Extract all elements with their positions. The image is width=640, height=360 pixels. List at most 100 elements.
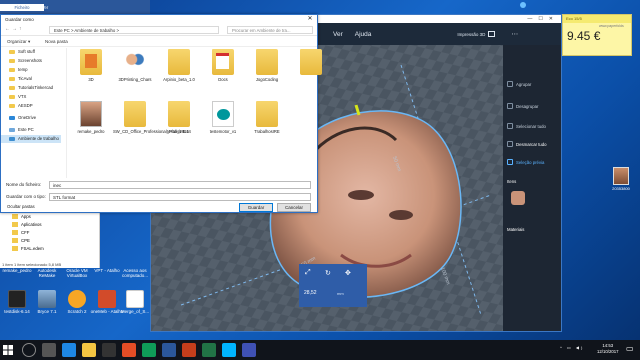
folder-icon <box>12 230 18 235</box>
menu-ver[interactable]: Ver <box>327 31 349 38</box>
explorer-item[interactable]: FSAL.edem <box>12 246 44 251</box>
task-view-icon[interactable] <box>42 343 56 357</box>
file-item[interactable]: Arpinio_beta_1.0 <box>157 49 201 82</box>
notifications-icon[interactable]: ▭ <box>626 344 634 353</box>
menu-ajuda[interactable]: Ajuda <box>349 31 378 38</box>
file-item[interactable]: SW_CD_Office_Professional_Plus_2016 <box>113 101 189 134</box>
nav-item[interactable]: Screenshots <box>9 57 42 65</box>
desktop-icon-virtualbox[interactable]: Oracle VM VirtualBox <box>60 268 94 278</box>
desktop-icon-bryce[interactable]: Bryce 7.1 <box>30 290 64 314</box>
nav-item[interactable]: AESDP <box>9 102 33 110</box>
move-icon[interactable]: ✥ <box>345 269 351 277</box>
nav-item-this-pc[interactable]: Este PC <box>9 126 34 134</box>
powerpoint-icon[interactable] <box>182 343 196 357</box>
folder-icon <box>168 101 190 127</box>
file-item[interactable]: JogoCoding <box>245 49 289 82</box>
explorer-item[interactable]: Apps <box>12 214 31 219</box>
windows-start-icon[interactable] <box>3 345 13 355</box>
hide-folders-toggle[interactable]: Ocultar pastas <box>7 204 35 209</box>
desktop-icon-scratch[interactable]: Scratch 2 <box>60 290 94 314</box>
organize-button[interactable]: Organizar ▾ <box>7 37 30 47</box>
search-icon[interactable] <box>22 343 36 357</box>
excel-icon[interactable] <box>202 343 216 357</box>
preselect-label: Seleção prévia <box>516 159 545 165</box>
window-controls[interactable]: —☐✕ <box>527 15 559 23</box>
materials-label[interactable]: Materiais <box>507 227 524 232</box>
cancel-button[interactable]: Cancelar <box>277 203 311 212</box>
nav-item-desktop[interactable]: Ambiente de trabalho <box>1 135 61 143</box>
file-item[interactable]: 3DPrinting_Chars <box>113 49 157 82</box>
more-icon[interactable]: ⋯ <box>511 30 518 38</box>
nav-item[interactable]: VTX <box>9 93 26 101</box>
app-icon <box>98 290 116 308</box>
dialog-footer: Ocultar pastas Guardar Cancelar <box>1 203 317 213</box>
folder-icon <box>9 85 15 91</box>
explorer-status: 1 item 1 item selecionado 5,8 MB <box>2 262 62 267</box>
desktop-icon-testdisk[interactable]: testdisk-6.14 <box>0 290 34 314</box>
3d-builder-taskbar-icon[interactable] <box>222 343 236 357</box>
item-thumbnail[interactable] <box>511 191 525 205</box>
path-field[interactable]: Este PC > Ambiente de trabalho > <box>49 26 219 34</box>
explorer-item[interactable]: CFF <box>12 230 29 235</box>
pdf-overlay-icon <box>216 53 229 69</box>
desktop-icon-autodesk[interactable]: Autodesk ReMake <box>30 268 64 278</box>
filename-row: Nome do ficheiro: inec <box>1 181 317 189</box>
photo-label: 20353800 <box>612 186 630 191</box>
new-folder-button[interactable]: Nova pasta <box>45 37 68 47</box>
select-all-label: Selecionar tudo <box>516 123 546 129</box>
desktop-icon-acesso[interactable]: Acesso aos computado... <box>118 268 152 278</box>
nav-item[interactable]: Soft stuff <box>9 48 35 56</box>
desktop-icon-remake[interactable]: remake_pedro <box>0 268 34 273</box>
nav-item[interactable]: TicAval <box>9 75 32 83</box>
scratch-icon <box>68 290 86 308</box>
nav-arrows-icon[interactable]: ←→↑ <box>5 26 24 32</box>
nav-item-label: AESDP <box>18 103 33 108</box>
file-item[interactable]: testemotor_v1 <box>201 101 245 134</box>
tab-ficheiro[interactable]: Ficheiro <box>0 4 44 12</box>
filetype-select[interactable]: STL format <box>49 193 311 201</box>
nav-item-label: temp <box>18 67 28 72</box>
print-3d-button[interactable]: Impressão 3D <box>457 31 496 37</box>
search-input[interactable]: Procurar em Ambiente de tra... <box>227 26 313 34</box>
clock[interactable]: 14:53 12/10/2017 <box>597 343 619 355</box>
file-explorer-icon[interactable] <box>82 343 96 357</box>
dialog-toolbar: Organizar ▾ Nova pasta <box>1 37 317 47</box>
save-button[interactable]: Guardar <box>239 203 273 212</box>
nav-item[interactable]: TutorialsTinkercad <box>9 84 53 92</box>
file-item[interactable]: remake_pedro <box>69 101 113 134</box>
scale-icon[interactable]: ⤢ <box>305 269 311 277</box>
store-icon[interactable] <box>102 343 116 357</box>
filename-input[interactable]: inec <box>49 181 311 189</box>
desktop-photo-icon[interactable]: 20353800 <box>606 167 636 191</box>
dialog-title: Guardar como <box>5 17 34 22</box>
select-all-button[interactable]: Selecionar tudo <box>507 123 546 129</box>
explorer-item[interactable]: CPE <box>12 238 30 243</box>
file-item[interactable] <box>289 49 333 77</box>
file-item[interactable]: TrabalhosIRE <box>245 101 289 134</box>
preselect-button[interactable]: Seleção prévia <box>507 159 544 165</box>
explorer-item[interactable]: Aplicativos <box>12 222 42 227</box>
group-button[interactable]: Agrupar <box>507 81 531 87</box>
desktop-icon-label: remake_pedro <box>2 268 32 273</box>
system-tray[interactable]: ^ ▭ ◀) <box>560 345 584 350</box>
nav-item-onedrive[interactable]: OneDrive <box>9 114 36 122</box>
deselect-all-button[interactable]: Desmarcar tudo <box>507 141 547 147</box>
nav-item[interactable]: temp <box>9 66 28 74</box>
firefox-icon[interactable] <box>122 343 136 357</box>
close-icon[interactable]: ✕ <box>303 15 317 24</box>
app-taskbar-icon[interactable] <box>242 343 256 357</box>
ungroup-button[interactable]: Desagrupar <box>507 103 538 109</box>
file-item[interactable]: testdisk-6.14 <box>157 101 201 134</box>
word-icon[interactable] <box>162 343 176 357</box>
folder-icon <box>9 67 15 73</box>
edge-icon[interactable] <box>62 343 76 357</box>
file-item[interactable]: Docs <box>201 49 245 82</box>
rotate-icon[interactable]: ↻ <box>325 269 331 277</box>
desktop-icon-merge[interactable]: Merge_of_S... <box>118 290 152 314</box>
scale-value[interactable]: 28,52 <box>304 290 317 296</box>
file-name: Docs <box>218 77 228 82</box>
file-item[interactable]: 3D <box>69 49 113 82</box>
chrome-icon[interactable] <box>142 343 156 357</box>
file-name: JogoCoding <box>255 77 279 82</box>
nav-item-label: TutorialsTinkercad <box>18 85 54 90</box>
